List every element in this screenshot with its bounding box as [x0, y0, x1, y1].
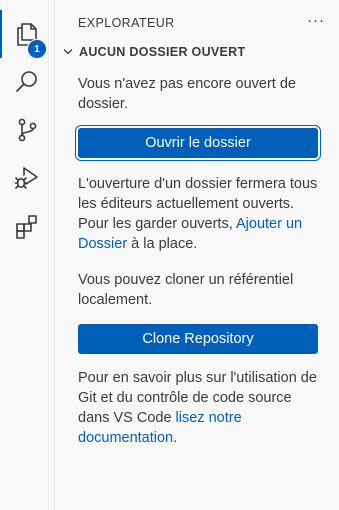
vscode-window: 1 EXPLORATEUR ··· AUCUN DOSSIER OUVERT V…	[0, 0, 339, 510]
activity-item-explorer[interactable]: 1	[0, 10, 54, 59]
section-title: AUCUN DOSSIER OUVERT	[79, 45, 246, 59]
chevron-down-icon	[60, 44, 76, 60]
warning-text-part2: à la place.	[127, 236, 198, 252]
clone-repository-button[interactable]: Clone Repository	[78, 324, 318, 354]
learn-more-text: Pour en savoir plus sur l'utilisation de…	[78, 368, 321, 448]
warning-text: L'ouverture d'un dossier fermera tous le…	[78, 174, 321, 254]
clone-text: Vous pouvez cloner un référentiel locale…	[78, 272, 294, 308]
source-control-icon	[13, 116, 41, 144]
extensions-icon	[13, 212, 41, 240]
activity-item-extensions[interactable]	[0, 202, 54, 250]
learn-text-part2: .	[173, 430, 178, 446]
sidebar-header: EXPLORATEUR ···	[55, 6, 339, 40]
run-debug-icon	[13, 164, 41, 192]
activity-item-run-debug[interactable]	[0, 154, 54, 202]
search-icon	[13, 68, 41, 96]
explorer-badge: 1	[27, 39, 47, 59]
more-actions-icon[interactable]: ···	[307, 13, 325, 28]
activity-item-search[interactable]	[0, 58, 54, 106]
open-folder-button[interactable]: Ouvrir le dossier	[75, 125, 321, 161]
explorer-sidebar: EXPLORATEUR ··· AUCUN DOSSIER OUVERT Vou…	[55, 0, 339, 510]
welcome-view: Vous n'avez pas encore ouvert de dossier…	[55, 63, 339, 448]
activity-item-source-control[interactable]	[0, 106, 54, 154]
intro-text: Vous n'avez pas encore ouvert de dossier…	[78, 76, 296, 112]
activity-bar: 1	[0, 0, 55, 510]
section-header-no-folder[interactable]: AUCUN DOSSIER OUVERT	[55, 41, 339, 63]
sidebar-title: EXPLORATEUR	[78, 16, 175, 30]
